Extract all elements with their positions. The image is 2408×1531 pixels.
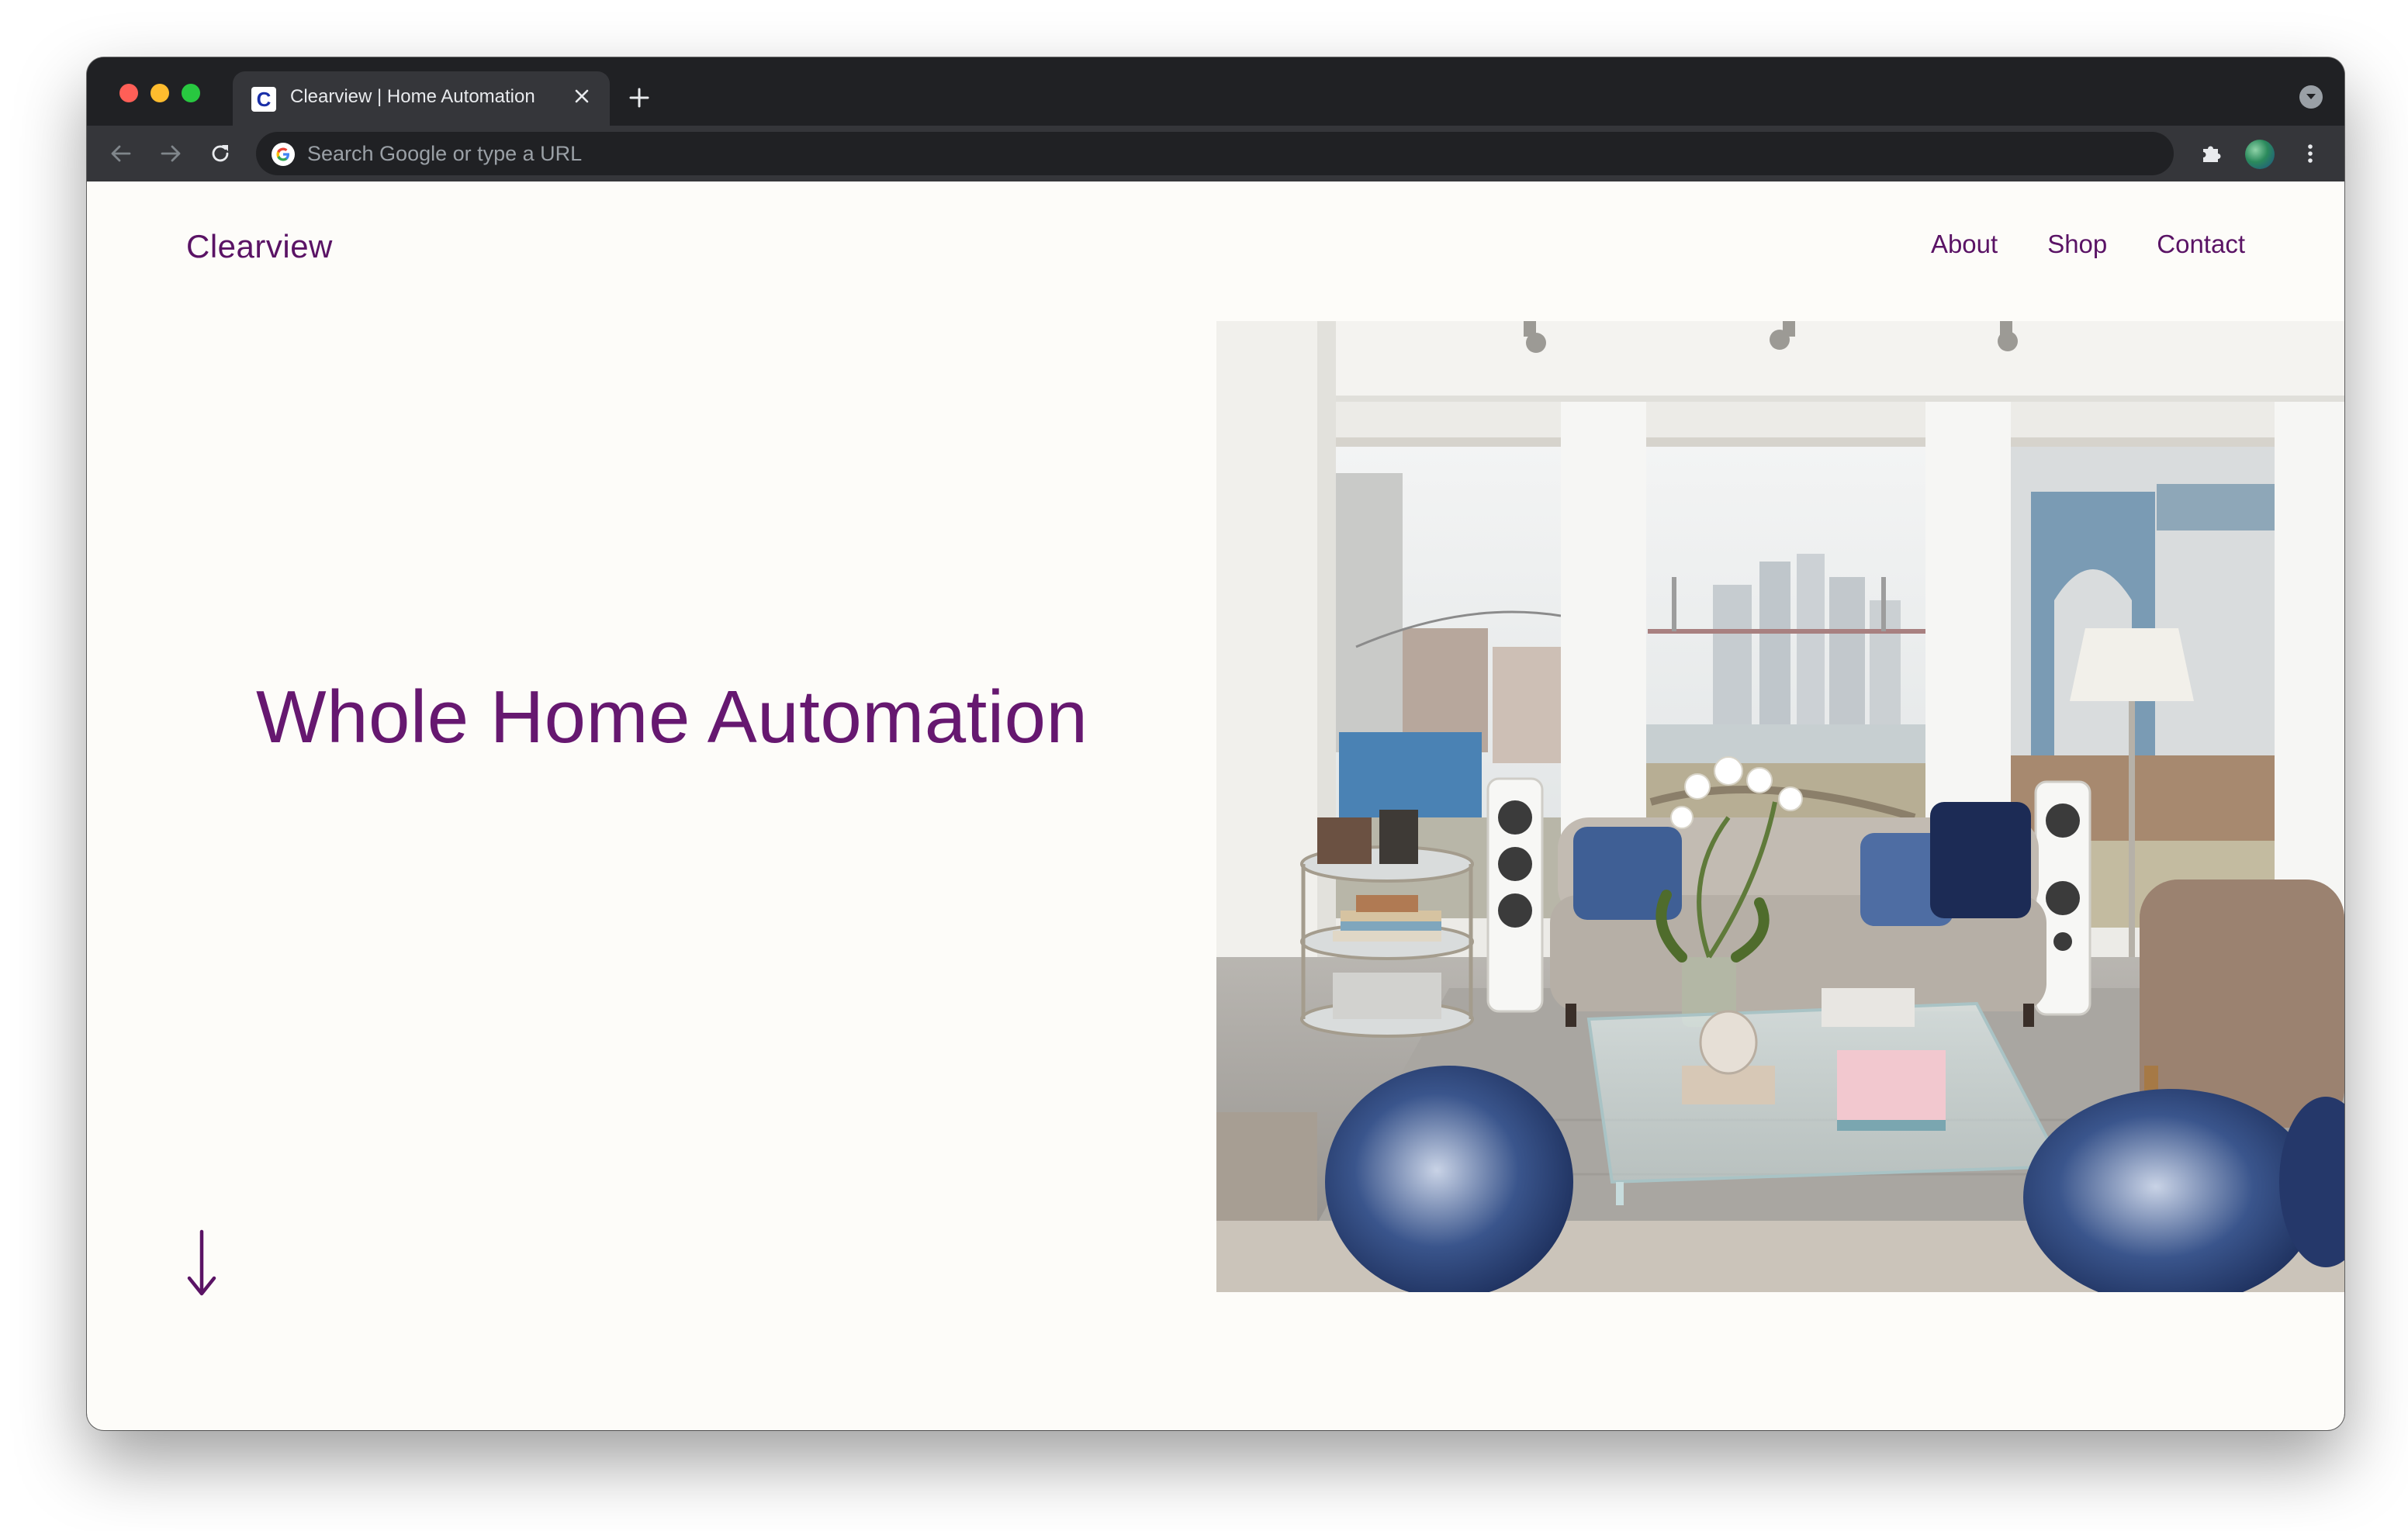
- extensions-button[interactable]: [2195, 138, 2226, 169]
- menu-button[interactable]: [2295, 138, 2326, 169]
- arrow-left-icon: [111, 145, 131, 162]
- chevron-down-icon: [2306, 94, 2316, 99]
- new-tab-button[interactable]: [624, 82, 655, 113]
- favicon-icon: C: [251, 87, 276, 112]
- google-icon: [272, 143, 295, 166]
- close-icon: [575, 89, 589, 103]
- hero-title: Whole Home Automation: [256, 676, 1088, 759]
- main-nav: About Shop Contact: [1931, 230, 2245, 259]
- nav-about-link[interactable]: About: [1931, 230, 1998, 259]
- tab-title: Clearview | Home Automation: [290, 86, 535, 107]
- browser-toolbar: [87, 126, 2344, 181]
- more-vertical-icon: [2308, 144, 2313, 163]
- plus-icon: [629, 88, 649, 108]
- arrow-right-icon: [161, 145, 181, 162]
- nav-shop-link[interactable]: Shop: [2047, 230, 2107, 259]
- address-input[interactable]: [307, 132, 2138, 175]
- living-room-photo: [1216, 321, 2344, 1292]
- tab-search-button[interactable]: [2299, 85, 2323, 109]
- minimize-window-button[interactable]: [150, 84, 169, 102]
- tab-clearview[interactable]: C Clearview | Home Automation: [233, 71, 610, 126]
- address-bar[interactable]: [256, 132, 2174, 175]
- site-logo-link[interactable]: Clearview: [186, 228, 333, 265]
- tab-strip: C Clearview | Home Automation: [87, 57, 2344, 126]
- reload-icon: [212, 145, 229, 162]
- maximize-window-button[interactable]: [182, 84, 200, 102]
- page-viewport: Clearview About Shop Contact Whole Home …: [87, 181, 2344, 1430]
- profile-avatar[interactable]: [2245, 140, 2275, 169]
- back-button[interactable]: [106, 138, 137, 169]
- puzzle-icon: [2203, 146, 2221, 162]
- reload-button[interactable]: [205, 138, 236, 169]
- tab-close-button[interactable]: [569, 84, 594, 109]
- forward-button[interactable]: [155, 138, 186, 169]
- close-window-button[interactable]: [119, 84, 138, 102]
- browser-window: C Clearview | Home Automation Search Goo…: [87, 57, 2344, 1430]
- arrow-down-icon[interactable]: [180, 1229, 223, 1298]
- nav-contact-link[interactable]: Contact: [2157, 230, 2245, 259]
- favicon-letter: C: [256, 88, 272, 111]
